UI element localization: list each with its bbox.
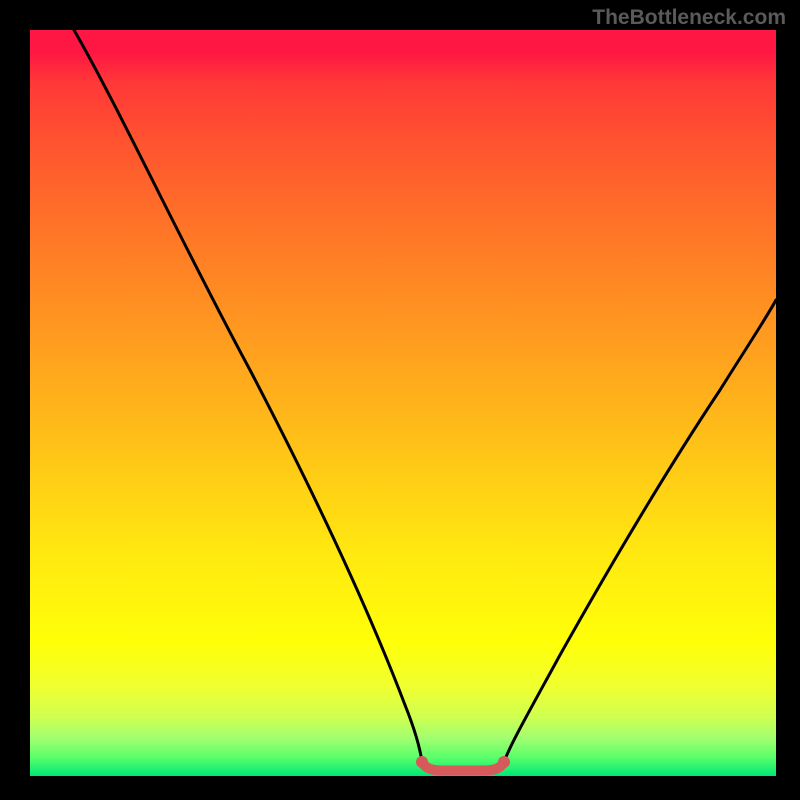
flat-bottom-highlight xyxy=(422,762,504,771)
left-endpoint-marker xyxy=(416,756,428,768)
right-endpoint-marker xyxy=(498,756,510,768)
plot-area xyxy=(30,30,776,776)
right-curve xyxy=(504,300,776,762)
left-curve xyxy=(74,30,422,762)
chart-curves xyxy=(30,30,776,776)
watermark-label: TheBottleneck.com xyxy=(592,6,786,30)
